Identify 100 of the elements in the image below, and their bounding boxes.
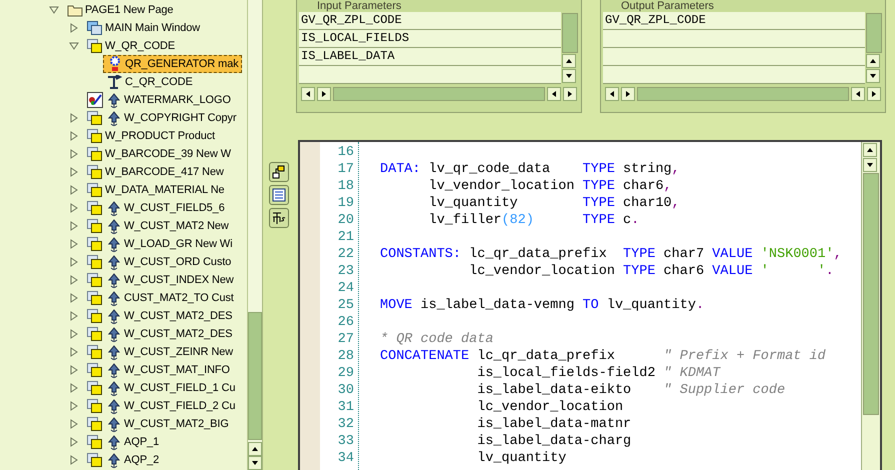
tree-item[interactable]: W_CUST_ORD Custo	[83, 253, 234, 271]
scroll-up-button[interactable]	[863, 143, 877, 157]
scroll-left-button[interactable]	[301, 87, 315, 101]
down-arrow-icon	[565, 72, 573, 80]
scroll-right-button[interactable]	[621, 87, 635, 101]
tree-item[interactable]: W_CUST_FIELD_2 Cu	[83, 397, 238, 415]
expander-icon[interactable]	[69, 257, 79, 267]
diamond-arrow-icon	[106, 218, 120, 234]
diamond-arrow-icon	[106, 344, 120, 360]
expander-icon[interactable]	[69, 347, 79, 357]
line-number: 31	[336, 399, 355, 416]
expander-icon[interactable]	[69, 437, 79, 447]
expander-icon[interactable]	[69, 293, 79, 303]
tree-item[interactable]: AQP_1	[83, 433, 162, 451]
scroll-right-button[interactable]	[867, 87, 881, 101]
expander-icon[interactable]	[69, 185, 79, 195]
scroll-down-button[interactable]	[866, 69, 880, 83]
expander-icon[interactable]	[69, 419, 79, 429]
code-line: DATA: lv_qr_code_data TYPE string,	[380, 161, 681, 178]
scroll-down-button[interactable]	[863, 158, 877, 172]
parameter-cell[interactable]: GV_QR_ZPL_CODE	[299, 12, 561, 30]
expander-icon[interactable]	[69, 401, 79, 411]
expander-icon[interactable]	[69, 167, 79, 177]
parameter-cell[interactable]: IS_LABEL_DATA	[299, 48, 561, 66]
code-editor[interactable]	[298, 140, 882, 470]
tree-item[interactable]: W_PRODUCT Product	[83, 127, 218, 145]
expander-icon[interactable]	[69, 41, 79, 51]
scroll-down-button[interactable]	[248, 456, 262, 470]
expander-icon[interactable]	[69, 23, 79, 33]
tree-item[interactable]: MAIN Main Window	[83, 19, 203, 37]
diamond-arrow-icon	[106, 110, 120, 126]
expander-icon[interactable]	[69, 203, 79, 213]
tree-item[interactable]: W_CUST_MAT_INFO	[83, 361, 233, 379]
tree-item[interactable]: W_BARCODE_39 New W	[83, 145, 234, 163]
tree-item[interactable]: W_CUST_MAT2 New	[83, 217, 232, 235]
scroll-left-button[interactable]	[547, 87, 561, 101]
tree-item[interactable]: W_CUST_ZEINR New	[83, 343, 236, 361]
tree-item[interactable]: W_CUST_MAT2_DES	[83, 307, 236, 325]
tree-item[interactable]: W_CUST_INDEX New	[83, 271, 237, 289]
expander-icon[interactable]	[69, 311, 79, 321]
expander-icon[interactable]	[69, 131, 79, 141]
scrollbar-thumb[interactable]	[866, 13, 882, 53]
scrollbar-thumb[interactable]	[562, 13, 578, 53]
scroll-right-button[interactable]	[563, 87, 577, 101]
tree-item[interactable]: CUST_MAT2_TO Cust	[83, 289, 237, 307]
tree-item[interactable]: PAGE1 New Page	[63, 1, 176, 19]
scroll-down-button[interactable]	[562, 69, 576, 83]
expander-icon[interactable]	[69, 149, 79, 159]
scroll-left-button[interactable]	[605, 87, 619, 101]
tree-item[interactable]: W_LOAD_GR New Wi	[83, 235, 236, 253]
scroll-up-button[interactable]	[562, 54, 576, 68]
expander-icon[interactable]	[49, 5, 59, 15]
code-line: CONSTANTS: lc_qr_data_prefix TYPE char7 VALUE 'NSK0001',	[380, 246, 843, 263]
scroll-left-button[interactable]	[851, 87, 865, 101]
tree-item[interactable]: C_QR_CODE	[103, 73, 196, 91]
line-number: 27	[336, 331, 355, 348]
tree-item[interactable]: QR_GENERATOR mak	[103, 55, 242, 73]
expander-icon[interactable]	[69, 329, 79, 339]
code-line: lc_vendor_location TYPE char6 VALUE ' '.	[468, 263, 835, 280]
window-icon	[87, 183, 102, 197]
tree-item[interactable]: W_BARCODE_417 New	[83, 163, 227, 181]
tree-item[interactable]: WATERMARK_LOGO	[83, 91, 234, 109]
window-icon	[87, 345, 102, 359]
tree-item[interactable]: W_CUST_FIELD5_6	[83, 199, 228, 217]
tree-item[interactable]: W_CUST_FIELD_1 Cu	[83, 379, 238, 397]
tree-item[interactable]: W_CUST_MAT2_BIG	[83, 415, 232, 433]
line-number: 20	[336, 212, 355, 229]
line-number: 28	[336, 348, 355, 365]
tree-item[interactable]: W_QR_CODE	[83, 37, 178, 55]
expander-icon[interactable]	[69, 113, 79, 123]
tree-item[interactable]: W_DATA_MATERIAL Ne	[83, 181, 228, 199]
picture-icon	[86, 92, 102, 108]
parameter-cell[interactable]: IS_LOCAL_FIELDS	[299, 30, 561, 48]
scrollbar-thumb[interactable]	[637, 87, 849, 101]
expander-icon[interactable]	[69, 455, 79, 465]
tree-item[interactable]: W_COPYRIGHT Copyr	[83, 109, 240, 127]
hierarchy-tool-button[interactable]	[269, 162, 289, 182]
diamond-arrow-icon	[106, 272, 120, 288]
line-number: 24	[336, 280, 355, 297]
scroll-up-button[interactable]	[248, 442, 262, 456]
scroll-right-button[interactable]	[317, 87, 331, 101]
expander-icon[interactable]	[69, 275, 79, 285]
expander-icon[interactable]	[69, 383, 79, 393]
expander-icon[interactable]	[69, 239, 79, 249]
scrollbar-thumb[interactable]	[863, 173, 879, 415]
expander-icon[interactable]	[69, 365, 79, 375]
window-icon	[87, 237, 102, 251]
tree-item[interactable]: AQP_2	[83, 451, 162, 469]
command-icon	[106, 74, 122, 90]
pattern-tool-button[interactable]	[269, 208, 289, 228]
tree-item[interactable]: W_CUST_MAT2_DES	[83, 325, 236, 343]
expander-icon[interactable]	[69, 221, 79, 231]
line-number: 17	[336, 161, 355, 178]
scroll-up-button[interactable]	[866, 54, 880, 68]
scrollbar-thumb[interactable]	[248, 312, 262, 440]
scrollbar-thumb[interactable]	[333, 87, 545, 101]
window-icon	[87, 273, 102, 287]
list-tool-button[interactable]	[269, 185, 289, 205]
window-icon	[87, 165, 102, 179]
code-line: lv_vendor_location TYPE char6,	[428, 178, 673, 195]
